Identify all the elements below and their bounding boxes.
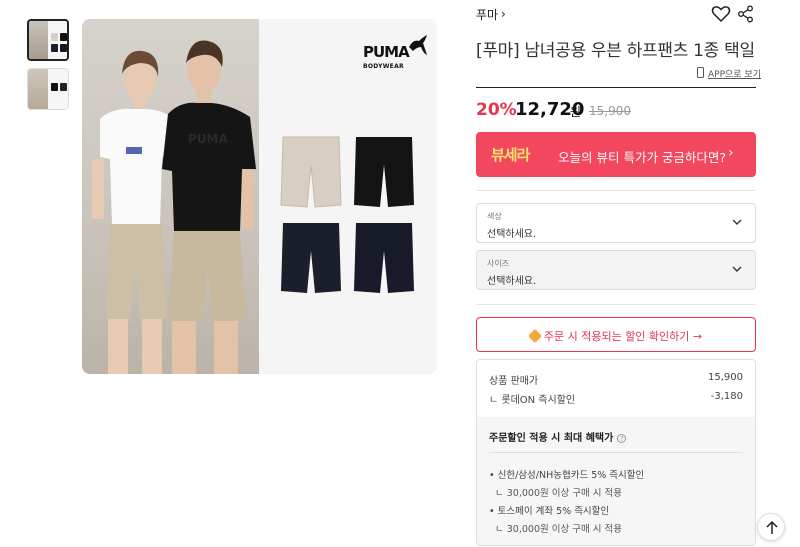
price-rows: 상품 판매가 15,900 ㄴ 롯데ON 즉시할인 -3,180 [477, 360, 755, 417]
row-label: 상품 판매가 [489, 376, 539, 387]
row-label: ㄴ 롯데ON 즉시할인 [489, 395, 576, 406]
logo-subtext: BODYWEAR [363, 63, 404, 70]
size-select[interactable]: 사이즈 선택하세요. [476, 250, 756, 290]
short-swatch [51, 33, 58, 41]
benefit-condition: ㄴ 30,000원 이상 구매 시 적용 [495, 524, 622, 535]
puma-logo: PUMA BODYWEAR [363, 33, 431, 73]
select-label: 사이즈 [487, 259, 510, 268]
select-label: 색상 [487, 212, 502, 221]
puma-cat-icon [409, 35, 427, 55]
title-divider [476, 87, 756, 88]
chevron-right-icon: › [728, 145, 734, 161]
price-row: ㄴ 롯데ON 즉시할인 -3,180 [489, 391, 743, 406]
thumbnail-products [48, 21, 67, 59]
banner-logo: 뷰세라 [491, 146, 530, 164]
short-navy [281, 223, 341, 293]
product-lineup: PUMA BODYWEAR [259, 19, 437, 374]
benefit-condition: ㄴ 30,000원 이상 구매 시 적용 [495, 488, 622, 499]
price-unit: 원 [570, 105, 582, 119]
short-swatch [51, 44, 58, 52]
short-swatch [60, 33, 67, 41]
check-discount-button[interactable]: 주문 시 적용되는 할인 확인하기 → [476, 317, 756, 352]
divider [489, 452, 743, 453]
model-photo: PUMA [82, 19, 259, 374]
scroll-top-button[interactable] [757, 513, 785, 541]
main-product-image: PUMA PUMA BODYWEAR [82, 19, 437, 374]
heart-icon[interactable] [711, 4, 731, 24]
share-icon[interactable] [736, 4, 756, 24]
thumbnail-photo [28, 69, 48, 109]
beauty-deal-banner[interactable]: 뷰세라 오늘의 뷰티 특가가 궁금하다면? › [476, 132, 756, 177]
short-swatch [60, 44, 67, 52]
section-divider [476, 304, 756, 305]
info-icon[interactable]: ? [617, 434, 627, 443]
coupon-button-text: 주문 시 적용되는 할인 확인하기 → [543, 330, 703, 343]
max-benefit-label: 주문할인 적용 시 최대 혜택가 [489, 433, 614, 444]
benefit-item: • 토스페이 계좌 5% 즉시할인 [489, 506, 610, 517]
thumbnail-photo [29, 21, 48, 59]
short-beige [280, 136, 342, 208]
chevron-down-icon [732, 266, 742, 272]
chevron-down-icon [732, 219, 742, 225]
coupon-button-label: 주문 시 적용되는 할인 확인하기 → [477, 328, 755, 344]
thumbnail-list [27, 19, 69, 117]
short-black [354, 137, 414, 207]
phone-icon [697, 67, 704, 78]
thumbnail-products [48, 69, 68, 109]
logo-text: PUMA [363, 43, 410, 61]
svg-text:PUMA: PUMA [188, 132, 228, 146]
thumbnail-1[interactable] [27, 19, 69, 61]
row-value: 15,900 [708, 372, 743, 383]
product-title: [푸마] 남녀공용 우븐 하프팬츠 1종 택일 [476, 41, 755, 61]
price-breakdown: 상품 판매가 15,900 ㄴ 롯데ON 즉시할인 -3,180 주문할인 적용… [476, 359, 756, 546]
models-illustration: PUMA [92, 40, 256, 374]
short-swatch [51, 83, 58, 91]
discount-rate: 20% [476, 100, 517, 120]
row-value: -3,180 [710, 391, 743, 402]
short-dark-navy [354, 223, 414, 293]
app-view-link[interactable]: APP으로 보기 [708, 67, 761, 80]
benefit-item: • 신한/삼성/NH농협카드 5% 즉시할인 [489, 470, 645, 481]
tag-icon [527, 328, 542, 344]
original-price: 15,900 [589, 104, 631, 118]
chevron-right-icon: › [501, 7, 506, 21]
arrow-up-icon [766, 520, 778, 534]
brand-link[interactable]: 푸마 [476, 6, 498, 23]
select-value: 선택하세요. [487, 276, 537, 287]
section-divider [476, 190, 756, 191]
max-benefit-section: 주문할인 적용 시 최대 혜택가? • 신한/삼성/NH농협카드 5% 즉시할인… [477, 417, 755, 545]
color-select[interactable]: 색상 선택하세요. [476, 203, 756, 243]
banner-text: 오늘의 뷰티 특가가 궁금하다면? [558, 150, 727, 165]
select-value: 선택하세요. [487, 229, 537, 240]
price-row: 상품 판매가 15,900 [489, 372, 743, 387]
max-benefit-title: 주문할인 적용 시 최대 혜택가? [489, 429, 627, 444]
thumbnail-2[interactable] [27, 68, 69, 110]
short-swatch [60, 83, 67, 91]
